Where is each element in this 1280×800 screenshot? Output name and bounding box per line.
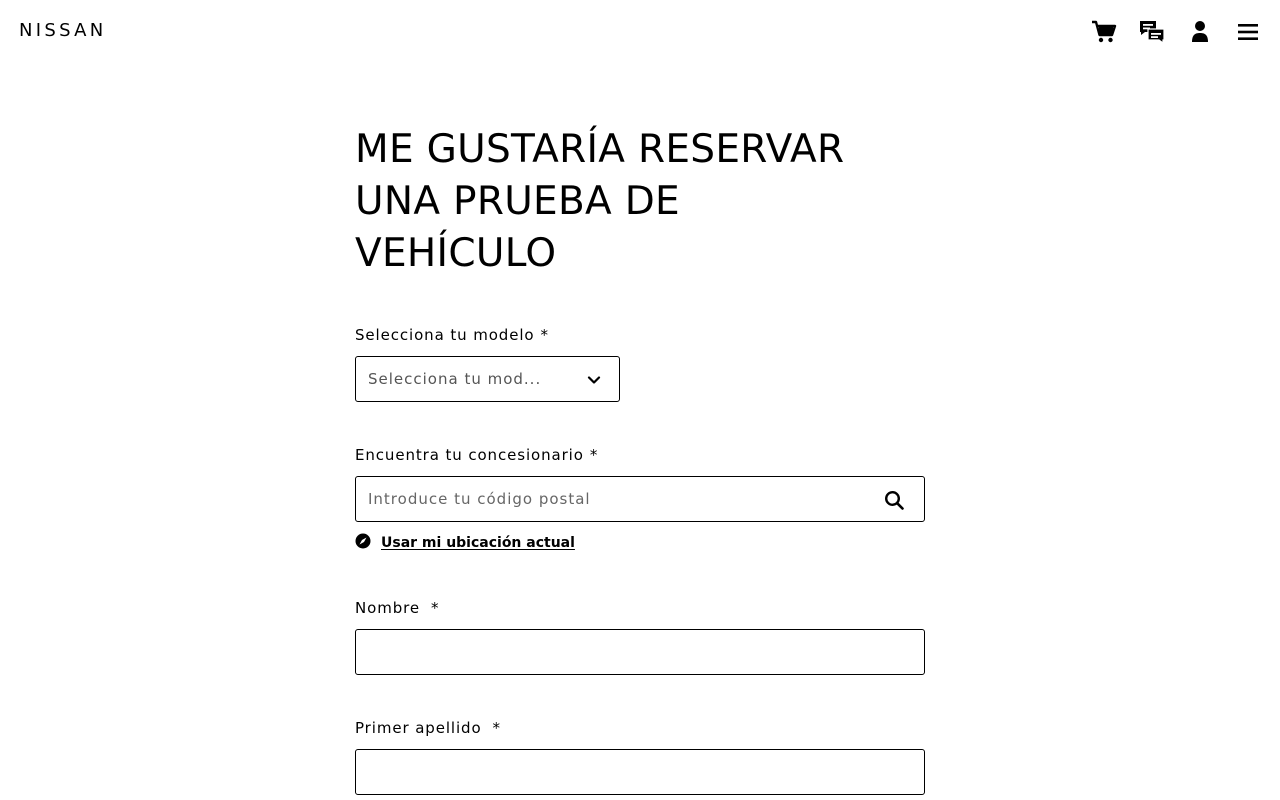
chat-icon[interactable] [1138, 18, 1166, 46]
model-label: Selecciona tu modelo * [355, 326, 549, 344]
model-select-placeholder: Selecciona tu mod... [368, 370, 542, 388]
account-icon[interactable] [1186, 18, 1214, 46]
page-title-line-1: ME GUSTARÍA RESERVAR [355, 127, 845, 172]
first-name-input[interactable] [355, 629, 925, 675]
model-select[interactable]: Selecciona tu mod... [355, 356, 620, 402]
page-title: ME GUSTARÍA RESERVAR UNA PRUEBA DE VEHÍC… [355, 124, 925, 280]
last-name-label-text: Primer apellido [355, 719, 482, 737]
required-mark: * [431, 599, 440, 617]
chevron-down-icon [587, 372, 601, 391]
first-name-label: Nombre * [355, 599, 439, 617]
page-title-line-2: UNA PRUEBA DE [355, 179, 681, 224]
dealer-label-text: Encuentra tu concesionario [355, 446, 584, 464]
first-name-label-text: Nombre [355, 599, 420, 617]
nissan-logo[interactable]: NISSAN [19, 21, 107, 41]
dealer-label: Encuentra tu concesionario * [355, 446, 598, 464]
menu-icon[interactable] [1234, 18, 1262, 46]
postal-code-placeholder: Introduce tu código postal [368, 490, 591, 508]
search-icon[interactable] [882, 488, 906, 512]
last-name-input[interactable] [355, 749, 925, 795]
required-mark: * [492, 719, 501, 737]
model-label-text: Selecciona tu modelo [355, 326, 535, 344]
use-current-location-text[interactable]: Usar mi ubicación actual [381, 535, 575, 551]
required-mark: * [540, 326, 549, 344]
page-title-line-3: VEHÍCULO [355, 231, 557, 276]
use-current-location-link[interactable]: Usar mi ubicación actual [355, 533, 575, 553]
last-name-label: Primer apellido * [355, 719, 501, 737]
postal-code-input[interactable]: Introduce tu código postal [355, 476, 925, 522]
compass-icon [355, 533, 371, 553]
site-header: NISSAN [0, 0, 1280, 64]
required-mark: * [589, 446, 599, 464]
cart-icon[interactable] [1090, 18, 1118, 46]
